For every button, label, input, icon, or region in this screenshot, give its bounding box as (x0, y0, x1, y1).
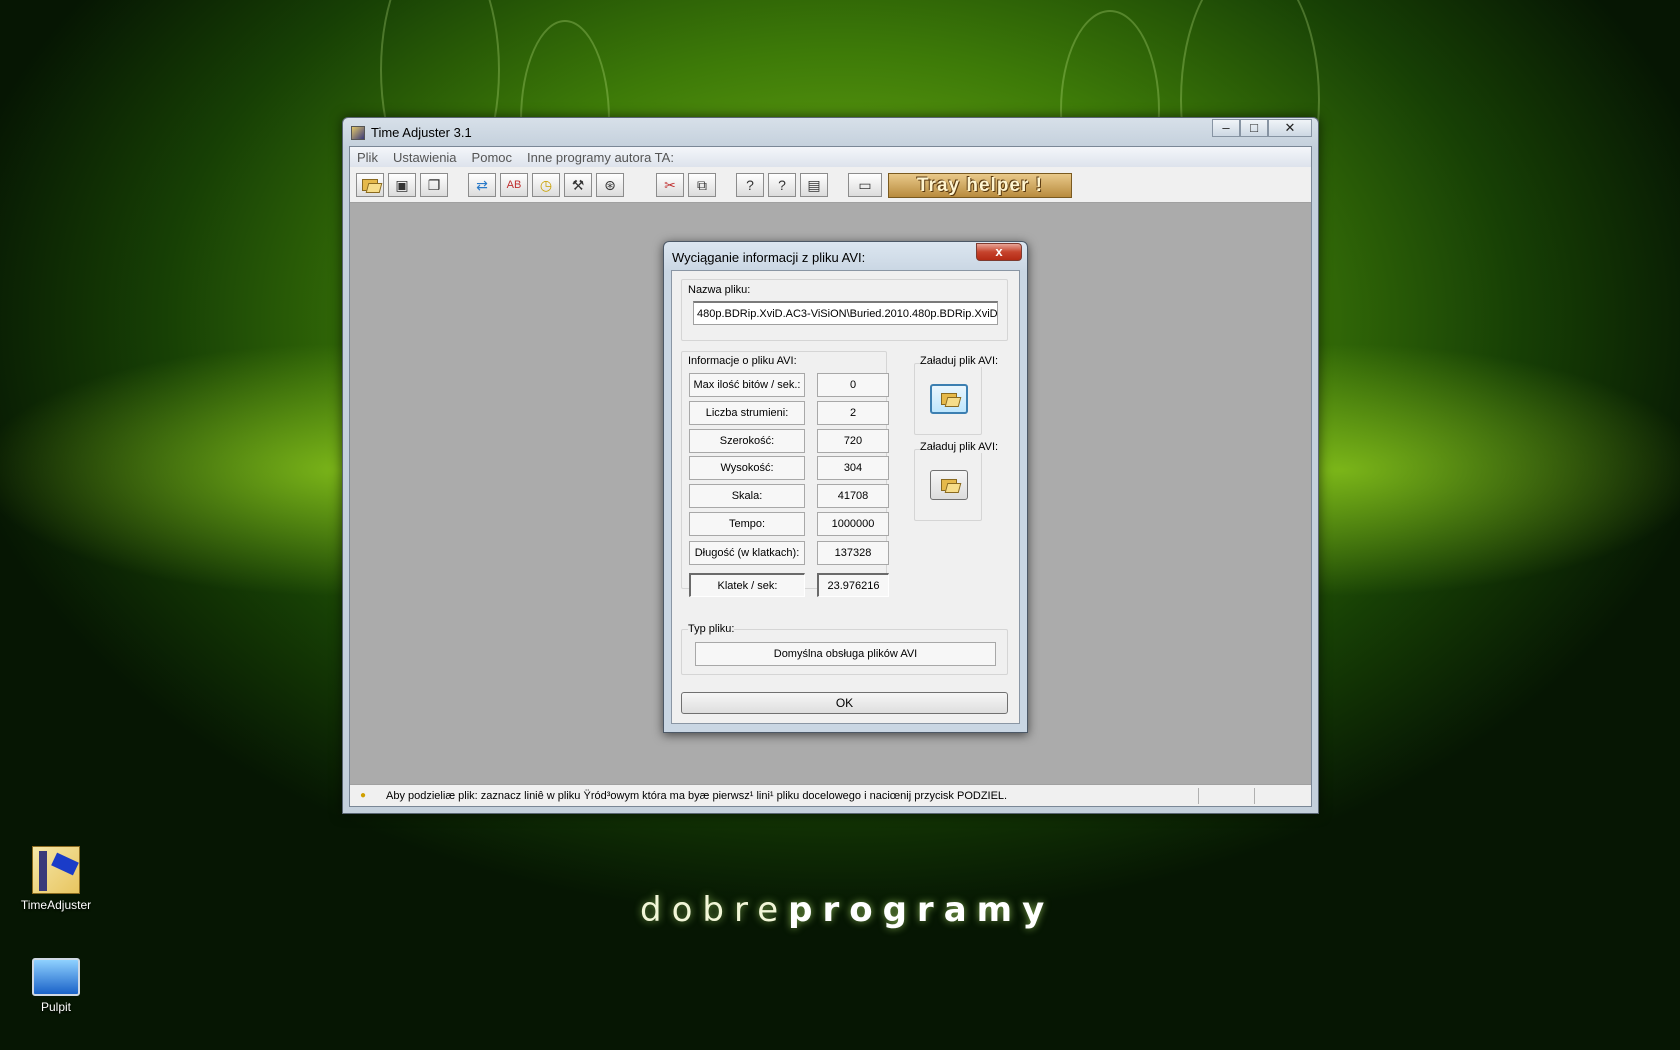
status-separator (1254, 788, 1255, 804)
info-row-value: 0 (817, 373, 889, 397)
status-text: Aby podzieliæ plik: zaznacz liniê w plik… (386, 789, 1008, 802)
avi-info-dialog: Wyciąganie informacji z pliku AVI: x Naz… (663, 241, 1028, 733)
load-avi-label-2: Załaduj plik AVI: (920, 441, 999, 453)
desktop-icon-pulpit[interactable]: Pulpit (6, 952, 106, 1014)
scissors-icon: ✂ (664, 176, 676, 193)
dialog-close-button[interactable]: x (976, 243, 1022, 261)
info-row-value: 41708 (817, 484, 889, 508)
film-reel-button[interactable]: ⊛ (596, 173, 624, 197)
save-button[interactable]: ▣ (388, 173, 416, 197)
filename-field[interactable]: 480p.BDRip.XviD.AC3-ViSiON\Buried.2010.4… (693, 301, 998, 325)
load-avi-label-1: Załaduj plik AVI: (920, 355, 999, 367)
info-row-label: Szerokość: (689, 429, 805, 453)
toolbar: ▣ ❐ ⇄ AB ◷ ⚒ ⊛ ✂ ⧉ ? ? ▤ ▭ Tray helper ! (350, 167, 1311, 203)
folder-open-icon (941, 393, 957, 405)
arrows-icon: ⇄ (476, 176, 488, 193)
clock-icon: ◷ (539, 176, 553, 193)
minimize-button[interactable]: – (1212, 119, 1240, 137)
ab-icon: AB (506, 179, 522, 191)
info-row-label: Wysokość: (689, 456, 805, 480)
avi-info-label: Informacje o pliku AVI: (688, 355, 797, 367)
tray-helper-button[interactable]: Tray helper ! (888, 173, 1072, 198)
time-adjuster-app-icon (32, 846, 80, 894)
desktop-icon-label: TimeAdjuster (20, 898, 92, 912)
cut-button[interactable]: ✂ (656, 173, 684, 197)
sync-button[interactable]: ⇄ (468, 173, 496, 197)
app-icon (351, 126, 365, 140)
menu-plik[interactable]: Plik (357, 150, 378, 165)
info-row-value: 2 (817, 401, 889, 425)
info-row-value: 1000000 (817, 512, 889, 536)
folder-icon: ▤ (807, 176, 821, 193)
menu-inne-programy[interactable]: Inne programy autora TA: (527, 150, 674, 165)
desktop-computer-icon (32, 958, 80, 996)
info-icon: ● (360, 789, 367, 801)
open-file-button[interactable] (356, 173, 384, 197)
info-row-value: 137328 (817, 541, 889, 565)
folder-open-icon (941, 479, 957, 491)
filetype-label: Typ pliku: (688, 623, 735, 635)
info-row-label: Liczba strumieni: (689, 401, 805, 425)
maximize-button[interactable]: □ (1240, 119, 1268, 137)
save-all-button[interactable]: ❐ (420, 173, 448, 197)
info-row-label: Skala: (689, 484, 805, 508)
load-folder-button[interactable]: ▤ (800, 173, 828, 197)
desktop-icon-timeadjuster[interactable]: TimeAdjuster (6, 846, 106, 912)
subtitle-info-button[interactable]: ? (736, 173, 764, 197)
status-bar: ● Aby podzieliæ plik: zaznacz liniê w pl… (350, 784, 1311, 806)
info-row-label: Tempo: (689, 512, 805, 536)
timer-button[interactable]: ◷ (532, 173, 560, 197)
info-row-value: 23.976216 (817, 573, 889, 597)
ok-button[interactable]: OK (681, 692, 1008, 714)
info-row-value: 720 (817, 429, 889, 453)
status-separator (1198, 788, 1199, 804)
tools-button[interactable]: ⚒ (564, 173, 592, 197)
folder-open-icon (362, 179, 378, 191)
film-reel-icon: ⊛ (604, 176, 616, 193)
menu-pomoc[interactable]: Pomoc (472, 150, 512, 165)
film-help-icon: ? (778, 177, 786, 193)
menu-bar: Plik Ustawienia Pomoc Inne programy auto… (350, 147, 1311, 167)
dialog-title: Wyciąganie informacji z pliku AVI: (672, 250, 866, 265)
copy-icon: ❐ (427, 176, 441, 193)
floppy-icon: ▣ (395, 176, 409, 193)
info-row-label: Długość (w klatkach): (689, 541, 805, 565)
documents-icon: ⧉ (697, 176, 707, 193)
tray-button[interactable]: ▭ (848, 173, 882, 197)
window-title: Time Adjuster 3.1 (371, 125, 472, 140)
filetype-field: Domyślna obsługa plików AVI (695, 642, 996, 666)
hammer-icon: ⚒ (571, 176, 585, 193)
info-row-label: Klatek / sek: (689, 573, 805, 597)
desktop-icon-label: Pulpit (40, 1000, 72, 1014)
wallpaper-brand-logo: dobreprogramy (640, 890, 1055, 930)
avi-info-button[interactable]: ? (768, 173, 796, 197)
merge-button[interactable]: ⧉ (688, 173, 716, 197)
dialog-body: Nazwa pliku: 480p.BDRip.XviD.AC3-ViSiON\… (671, 270, 1020, 724)
close-window-button[interactable]: ✕ (1268, 119, 1312, 137)
help-document-icon: ? (746, 177, 754, 193)
window-icon: ▭ (858, 176, 872, 193)
filename-label: Nazwa pliku: (688, 284, 751, 296)
load-avi-button-1[interactable] (930, 384, 968, 414)
info-row-label: Max ilość bitów / sek.: (689, 373, 805, 397)
load-avi-button-2[interactable] (930, 470, 968, 500)
menu-ustawienia[interactable]: Ustawienia (393, 150, 457, 165)
window-controls: – □ ✕ (1212, 119, 1312, 137)
info-row-value: 304 (817, 456, 889, 480)
ab-convert-button[interactable]: AB (500, 173, 528, 197)
